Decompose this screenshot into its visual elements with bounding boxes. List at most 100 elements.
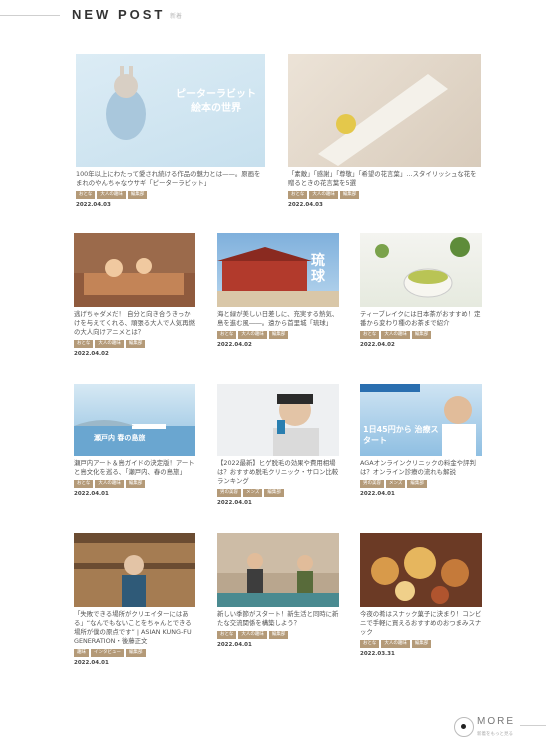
post-thumbnail[interactable]: [288, 54, 481, 167]
tag-list: 男の美容 メンズ 編集部: [360, 480, 482, 488]
musician-portrait-image: [74, 533, 195, 607]
snacks-image: [371, 547, 469, 604]
more-dot-icon: [461, 724, 466, 729]
tag-list: おとな 大人の趣味 編集部: [288, 191, 481, 199]
tag[interactable]: おとな: [217, 331, 237, 339]
tag[interactable]: 大人の趣味: [238, 331, 267, 339]
post-card[interactable]: 1日45円から 治療スタート AGAオンラインクリニックの料金や評判は？オンライ…: [360, 384, 482, 497]
man-shaving-image: [273, 394, 319, 456]
tag[interactable]: 大人の趣味: [381, 640, 410, 648]
post-title[interactable]: 今夜の肴はスナック菓子に決まり！コンビニで手軽に買えるおすすめのおつまみスナック: [360, 610, 482, 637]
post-date: 2022.04.02: [217, 342, 252, 348]
post-date: 2022.04.01: [74, 660, 109, 666]
more-line: [520, 725, 546, 726]
post-date: 2022.03.31: [360, 651, 395, 657]
tag[interactable]: おとな: [288, 191, 308, 199]
post-card[interactable]: 今夜の肴はスナック菓子に決まり！コンビニで手軽に買えるおすすめのおつまみスナック…: [360, 533, 482, 657]
section-title: NEW POST: [72, 7, 166, 22]
post-card[interactable]: ティーブレイクには日本茶がおすすめ！定番から変わり種のお茶まで紹介 おとな 大人…: [360, 233, 482, 348]
post-title[interactable]: 【2022最新】ヒゲ脱毛の効果や費用相場は？おすすめ脱毛クリニック・サロン比較ラ…: [217, 459, 339, 486]
section-subtitle: 新着: [170, 13, 183, 20]
tag-list: おとな 大人の趣味 編集部: [360, 640, 482, 648]
tag[interactable]: 編集部: [411, 640, 432, 648]
post-date: 2022.04.03: [76, 202, 111, 208]
more-label[interactable]: MORE: [477, 716, 515, 727]
tag[interactable]: おとな: [217, 631, 237, 639]
post-date: 2022.04.02: [74, 351, 109, 357]
tag[interactable]: おとな: [76, 191, 96, 199]
tag[interactable]: 大人の趣味: [95, 340, 124, 348]
post-thumbnail[interactable]: ピーターラビット絵本の世界: [76, 54, 265, 167]
post-thumbnail[interactable]: [217, 384, 339, 456]
post-title[interactable]: 海と緑が美しい日差しに、充実する熱気、島を進む風――。遠から首里城「琉球」: [217, 310, 339, 328]
post-card[interactable]: 琉球 海と緑が美しい日差しに、充実する熱気、島を進む風――。遠から首里城「琉球」…: [217, 233, 339, 348]
post-title[interactable]: 瀬戸内アート＆島ガイドの決定版！アートと島文化を巡る、「瀬戸内、春の島旅」: [74, 459, 195, 477]
tag[interactable]: 男の美容: [217, 489, 241, 497]
tag-list: おとな 大人の趣味 編集部: [217, 331, 339, 339]
thumbnail-caption: 1日45円から 治療スタート: [363, 425, 439, 445]
people-talking-image: [217, 533, 339, 607]
post-date: 2022.04.02: [360, 342, 395, 348]
post-title[interactable]: 100年以上にわたって愛され続ける作品の魅力とは——。原画をまれのやんちゃなウサ…: [76, 170, 265, 188]
tag[interactable]: 大人の趣味: [97, 191, 126, 199]
tag[interactable]: おとな: [74, 340, 94, 348]
tag[interactable]: おとな: [360, 331, 380, 339]
post-card[interactable]: 「素敵」「感謝」「尊敬」「希望の花言葉」…スタイリッシュな花を贈るときの花言葉を…: [288, 54, 481, 208]
post-card[interactable]: 新しい季節がスタート！新生活と同時に新たな交流関係を構築しよう？ おとな 大人の…: [217, 533, 339, 648]
tag[interactable]: 編集部: [126, 649, 146, 657]
tag[interactable]: 大人の趣味: [309, 191, 338, 199]
thumbnail-caption: 琉球: [311, 253, 325, 285]
tag[interactable]: 大人の趣味: [238, 631, 267, 639]
tag[interactable]: 趣味: [74, 649, 89, 657]
tag[interactable]: 編集部: [411, 331, 432, 339]
post-thumbnail[interactable]: [74, 533, 195, 607]
flower-bouquet-image: [318, 74, 448, 166]
post-thumbnail[interactable]: [360, 233, 482, 307]
post-card[interactable]: ピーターラビット絵本の世界 100年以上にわたって愛され続ける作品の魅力とは——…: [76, 54, 265, 208]
post-title[interactable]: 新しい季節がスタート！新生活と同時に新たな交流関係を構築しよう？: [217, 610, 339, 628]
tag[interactable]: 編集部: [407, 480, 427, 488]
tag[interactable]: 大人の趣味: [381, 331, 410, 339]
header-line: [0, 15, 60, 16]
post-date: 2022.04.01: [74, 491, 109, 497]
post-title[interactable]: ティーブレイクには日本茶がおすすめ！定番から変わり種のお茶まで紹介: [360, 310, 482, 328]
tag[interactable]: インタビュー: [91, 649, 124, 657]
post-card[interactable]: 瀬戸内 春の島旅 瀬戸内アート＆島ガイドの決定版！アートと島文化を巡る、「瀬戸内…: [74, 384, 195, 497]
tag[interactable]: 男の美容: [360, 480, 384, 488]
tag[interactable]: おとな: [360, 640, 380, 648]
post-card[interactable]: 「失敗できる場所がクリエイターにはある」“なんでもないことをちゃんとできる場所が…: [74, 533, 195, 666]
tag[interactable]: 編集部: [127, 191, 148, 199]
tag[interactable]: 編集部: [125, 340, 146, 348]
tag[interactable]: メンズ: [243, 489, 263, 497]
tag[interactable]: 編集部: [268, 331, 289, 339]
post-title[interactable]: 「失敗できる場所がクリエイターにはある」“なんでもないことをちゃんとできる場所が…: [74, 610, 195, 646]
tag[interactable]: 大人の趣味: [95, 480, 124, 488]
post-thumbnail[interactable]: 瀬戸内 春の島旅: [74, 384, 195, 456]
post-thumbnail[interactable]: 1日45円から 治療スタート: [360, 384, 482, 456]
tag[interactable]: おとな: [74, 480, 94, 488]
tag[interactable]: 編集部: [339, 191, 360, 199]
tag[interactable]: 編集部: [268, 631, 289, 639]
post-title[interactable]: 逃げちゃダメだ！ 自分と向き合うきっかけを与えてくれる、頑張る大人で人気再燃の大…: [74, 310, 195, 337]
post-thumbnail[interactable]: 琉球: [217, 233, 339, 307]
tag-list: おとな 大人の趣味 編集部: [360, 331, 482, 339]
post-title[interactable]: 「素敵」「感謝」「尊敬」「希望の花言葉」…スタイリッシュな花を贈るときの花言葉を…: [288, 170, 481, 188]
tag[interactable]: メンズ: [386, 480, 406, 488]
post-thumbnail[interactable]: [74, 233, 195, 307]
post-thumbnail[interactable]: [217, 533, 339, 607]
tag-list: おとな 大人の趣味 編集部: [217, 631, 339, 639]
more-sublabel: 新着をもっと見る: [477, 732, 513, 737]
tag[interactable]: 編集部: [264, 489, 284, 497]
post-card[interactable]: 【2022最新】ヒゲ脱毛の効果や費用相場は？おすすめ脱毛クリニック・サロン比較ラ…: [217, 384, 339, 506]
sea-island-image: [74, 420, 195, 456]
tag-list: 趣味 インタビュー 編集部: [74, 649, 195, 657]
tag-list: 男の美容 メンズ 編集部: [217, 489, 339, 497]
post-title[interactable]: AGAオンラインクリニックの料金や評判は？オンライン診療の流れも解説: [360, 459, 482, 477]
tag-list: おとな 大人の趣味 編集部: [76, 191, 265, 199]
post-date: 2022.04.01: [360, 491, 395, 497]
post-thumbnail[interactable]: [360, 533, 482, 607]
post-card[interactable]: 逃げちゃダメだ！ 自分と向き合うきっかけを与えてくれる、頑張る大人で人気再燃の大…: [74, 233, 195, 357]
anime-scene-image: [74, 233, 195, 295]
post-date: 2022.04.01: [217, 500, 252, 506]
tag[interactable]: 編集部: [125, 480, 146, 488]
